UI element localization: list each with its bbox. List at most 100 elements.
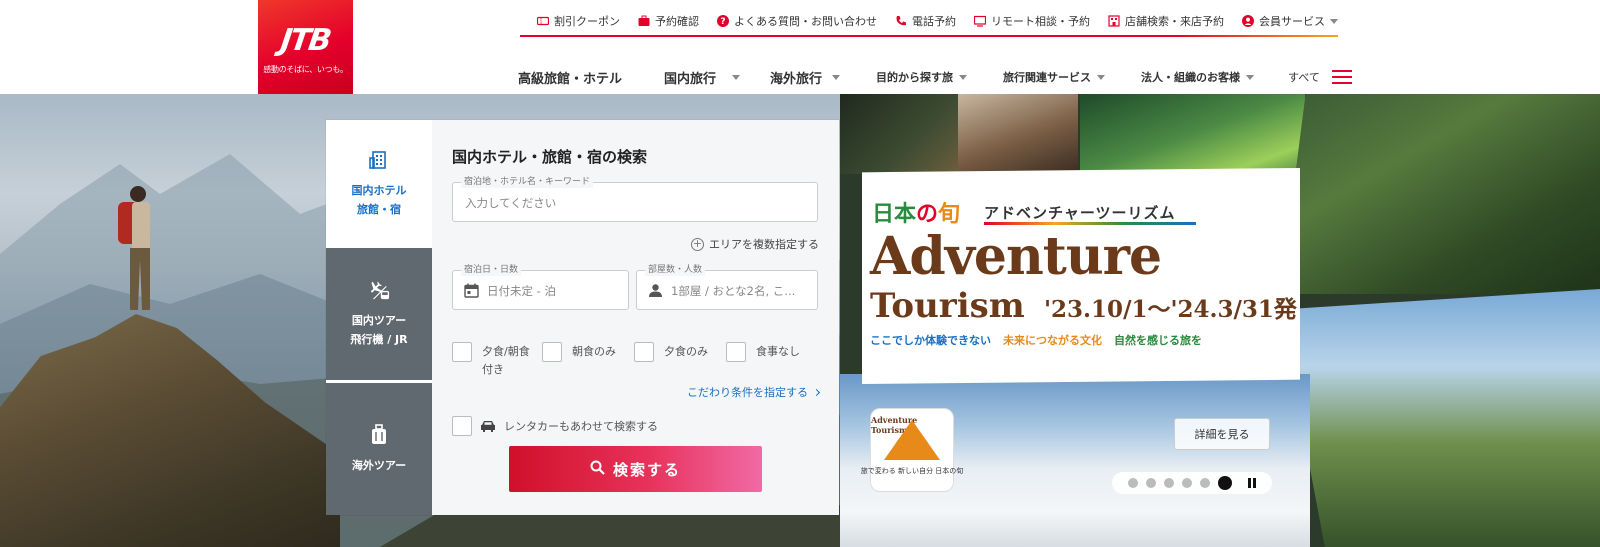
main-nav: 高級旅館・ホテル 国内旅行 海外旅行 目的から探す旅 旅行関連サービス 法人・組… bbox=[518, 66, 1352, 88]
util-faq-link[interactable]: ? よくある質問・お問い合わせ bbox=[717, 13, 877, 29]
util-member-label: 会員サービス bbox=[1259, 15, 1325, 28]
banner-detail-button[interactable]: 詳細を見る bbox=[1174, 418, 1270, 450]
checkbox[interactable] bbox=[452, 342, 472, 362]
user-icon bbox=[1242, 15, 1254, 27]
carousel-dot[interactable] bbox=[1146, 478, 1156, 488]
util-phone-label: 電話予約 bbox=[912, 15, 956, 28]
nav-travel-services[interactable]: 旅行関連サービス bbox=[1003, 69, 1106, 85]
meal-option-no-meal[interactable]: 食事なし bbox=[726, 342, 816, 379]
chevron-down-icon bbox=[1097, 74, 1106, 80]
carousel-controls bbox=[1112, 472, 1272, 494]
chevron-down-icon bbox=[732, 74, 741, 80]
adventure-tourism-badge: Adventure Tourism 旅で変わる 新しい自分 日本の旬 bbox=[861, 408, 963, 492]
nav-all-menu-button[interactable]: すべて bbox=[1288, 69, 1352, 85]
util-booking-check-label: 予約確認 bbox=[655, 15, 699, 28]
pause-icon[interactable] bbox=[1248, 478, 1256, 488]
utility-nav: 割引クーポン 予約確認 ? よくある質問・お問い合わせ 電話予約 リモート相談・… bbox=[537, 10, 1338, 32]
mountain-logo-icon bbox=[884, 420, 940, 460]
chevron-down-icon bbox=[832, 74, 841, 80]
multi-area-link[interactable]: + エリアを複数指定する bbox=[691, 236, 819, 252]
util-store-link[interactable]: 店舗検索・来店予約 bbox=[1108, 13, 1224, 29]
util-phone-link[interactable]: 電話予約 bbox=[895, 13, 956, 29]
checkbox[interactable] bbox=[634, 342, 654, 362]
tab-overseas-tour[interactable]: 海外ツアー bbox=[326, 383, 432, 515]
nav-travel-services-label: 旅行関連サービス bbox=[1003, 71, 1092, 84]
meal-option-dinner-only[interactable]: 夕食のみ bbox=[634, 342, 726, 379]
nav-purpose-travel[interactable]: 目的から探す旅 bbox=[876, 69, 968, 85]
util-remote-link[interactable]: リモート相談・予約 bbox=[974, 13, 1090, 29]
search-submit-button[interactable]: 検索する bbox=[509, 446, 762, 492]
util-faq-label: よくある質問・お問い合わせ bbox=[734, 15, 877, 28]
chevron-down-icon bbox=[1330, 18, 1338, 24]
search-panel: 国内ホテル 旅館・宿 国内ツアー 飛行機 / JR 海外ツアー 国内ホテル・旅館… bbox=[326, 120, 839, 515]
date-field-label: 宿泊日・日数 bbox=[461, 264, 522, 276]
chevron-down-icon bbox=[959, 74, 968, 80]
banner-subcopy: ここでしか体験できない 未来につながる文化 自然を感じる旅を bbox=[870, 334, 1202, 347]
banner-brand: 日本の旬 bbox=[872, 201, 961, 227]
store-icon bbox=[1108, 15, 1120, 27]
logo-mark: JTB bbox=[278, 23, 333, 58]
building-icon bbox=[368, 149, 390, 171]
question-icon: ? bbox=[717, 15, 729, 27]
search-icon bbox=[590, 460, 605, 479]
coupon-icon bbox=[537, 15, 549, 27]
carousel-dot-active[interactable] bbox=[1218, 476, 1232, 490]
multi-area-label: エリアを複数指定する bbox=[709, 238, 819, 251]
nav-overseas-travel-label: 海外旅行 bbox=[770, 71, 823, 87]
briefcase-icon bbox=[638, 15, 650, 27]
rental-car-option[interactable]: レンタカーもあわせて検索する bbox=[452, 416, 658, 436]
meal-option-dinner-breakfast[interactable]: 夕食/朝食付き bbox=[452, 342, 542, 379]
meal-option-breakfast-only[interactable]: 朝食のみ bbox=[542, 342, 634, 379]
hiker-figure bbox=[118, 186, 156, 316]
util-booking-check-link[interactable]: 予約確認 bbox=[638, 13, 699, 29]
nav-domestic-travel[interactable]: 国内旅行 bbox=[664, 68, 741, 87]
monitor-icon bbox=[974, 15, 986, 27]
carousel-dot[interactable] bbox=[1200, 478, 1210, 488]
hamburger-icon bbox=[1331, 70, 1352, 84]
site-header: JTB 感動のそばに、いつも。 割引クーポン 予約確認 ? よくある質問・お問い… bbox=[0, 0, 1600, 94]
carousel-dot[interactable] bbox=[1128, 478, 1138, 488]
checkbox[interactable] bbox=[452, 416, 472, 436]
calendar-icon bbox=[463, 282, 479, 298]
header-accent-line bbox=[520, 35, 1338, 37]
date-field[interactable]: 宿泊日・日数 日付未定 - 泊 bbox=[452, 264, 629, 310]
carousel-dot[interactable] bbox=[1164, 478, 1174, 488]
chevron-down-icon bbox=[1246, 74, 1255, 80]
rooms-guests-field[interactable]: 部屋数・人数 1部屋 / おとな2名, こ... bbox=[636, 264, 818, 310]
checkbox[interactable] bbox=[542, 342, 562, 362]
tab-domestic-hotel-line2: 旅館・宿 bbox=[357, 203, 401, 216]
checkbox[interactable] bbox=[726, 342, 746, 362]
zipline-photo bbox=[1280, 289, 1600, 547]
nav-all-label: すべて bbox=[1288, 71, 1320, 84]
car-icon bbox=[480, 420, 496, 432]
culture-photo bbox=[958, 94, 1078, 174]
banner-dates: '23.10/1～'24.3/31発 bbox=[1044, 296, 1297, 323]
plane-train-icon bbox=[368, 279, 390, 301]
phone-icon bbox=[895, 15, 907, 27]
nav-luxury-hotels[interactable]: 高級旅館・ホテル bbox=[518, 68, 622, 87]
detailed-conditions-link[interactable]: こだわり条件を指定する bbox=[687, 384, 821, 400]
nav-domestic-travel-label: 国内旅行 bbox=[664, 71, 717, 87]
tab-domestic-hotel-line1: 国内ホテル bbox=[351, 184, 407, 197]
person-icon bbox=[647, 282, 663, 298]
adventure-tourism-banner[interactable]: 日本の旬 アドベンチャーツーリズム Adventure Tourism '23.… bbox=[862, 168, 1300, 384]
nav-purpose-travel-label: 目的から探す旅 bbox=[876, 71, 954, 84]
detailed-conditions-label: こだわり条件を指定する bbox=[687, 386, 808, 399]
tab-domestic-tour[interactable]: 国内ツアー 飛行機 / JR bbox=[326, 248, 432, 380]
nav-luxury-hotels-label: 高級旅館・ホテル bbox=[518, 71, 623, 87]
keyword-field-label: 宿泊地・ホテル名・キーワード bbox=[461, 176, 594, 188]
rental-car-label: レンタカーもあわせて検索する bbox=[504, 420, 658, 433]
nav-overseas-travel[interactable]: 海外旅行 bbox=[770, 68, 841, 87]
util-member-link[interactable]: 会員サービス bbox=[1242, 13, 1338, 29]
tab-domestic-hotel[interactable]: 国内ホテル 旅館・宿 bbox=[326, 120, 432, 248]
carousel-dot[interactable] bbox=[1182, 478, 1192, 488]
util-remote-label: リモート相談・予約 bbox=[991, 15, 1090, 28]
util-coupon-link[interactable]: 割引クーポン bbox=[537, 13, 620, 29]
meal-option-label: 朝食のみ bbox=[572, 345, 616, 358]
nav-corporate[interactable]: 法人・組織のお客様 bbox=[1141, 69, 1255, 85]
rooms-field-label: 部屋数・人数 bbox=[645, 264, 706, 276]
search-submit-label: 検索する bbox=[612, 460, 681, 479]
keyword-field[interactable]: 宿泊地・ホテル名・キーワード 入力してください bbox=[452, 176, 818, 222]
tab-domestic-tour-line1: 国内ツアー bbox=[351, 314, 407, 327]
jtb-logo[interactable]: JTB 感動のそばに、いつも。 bbox=[258, 0, 353, 94]
